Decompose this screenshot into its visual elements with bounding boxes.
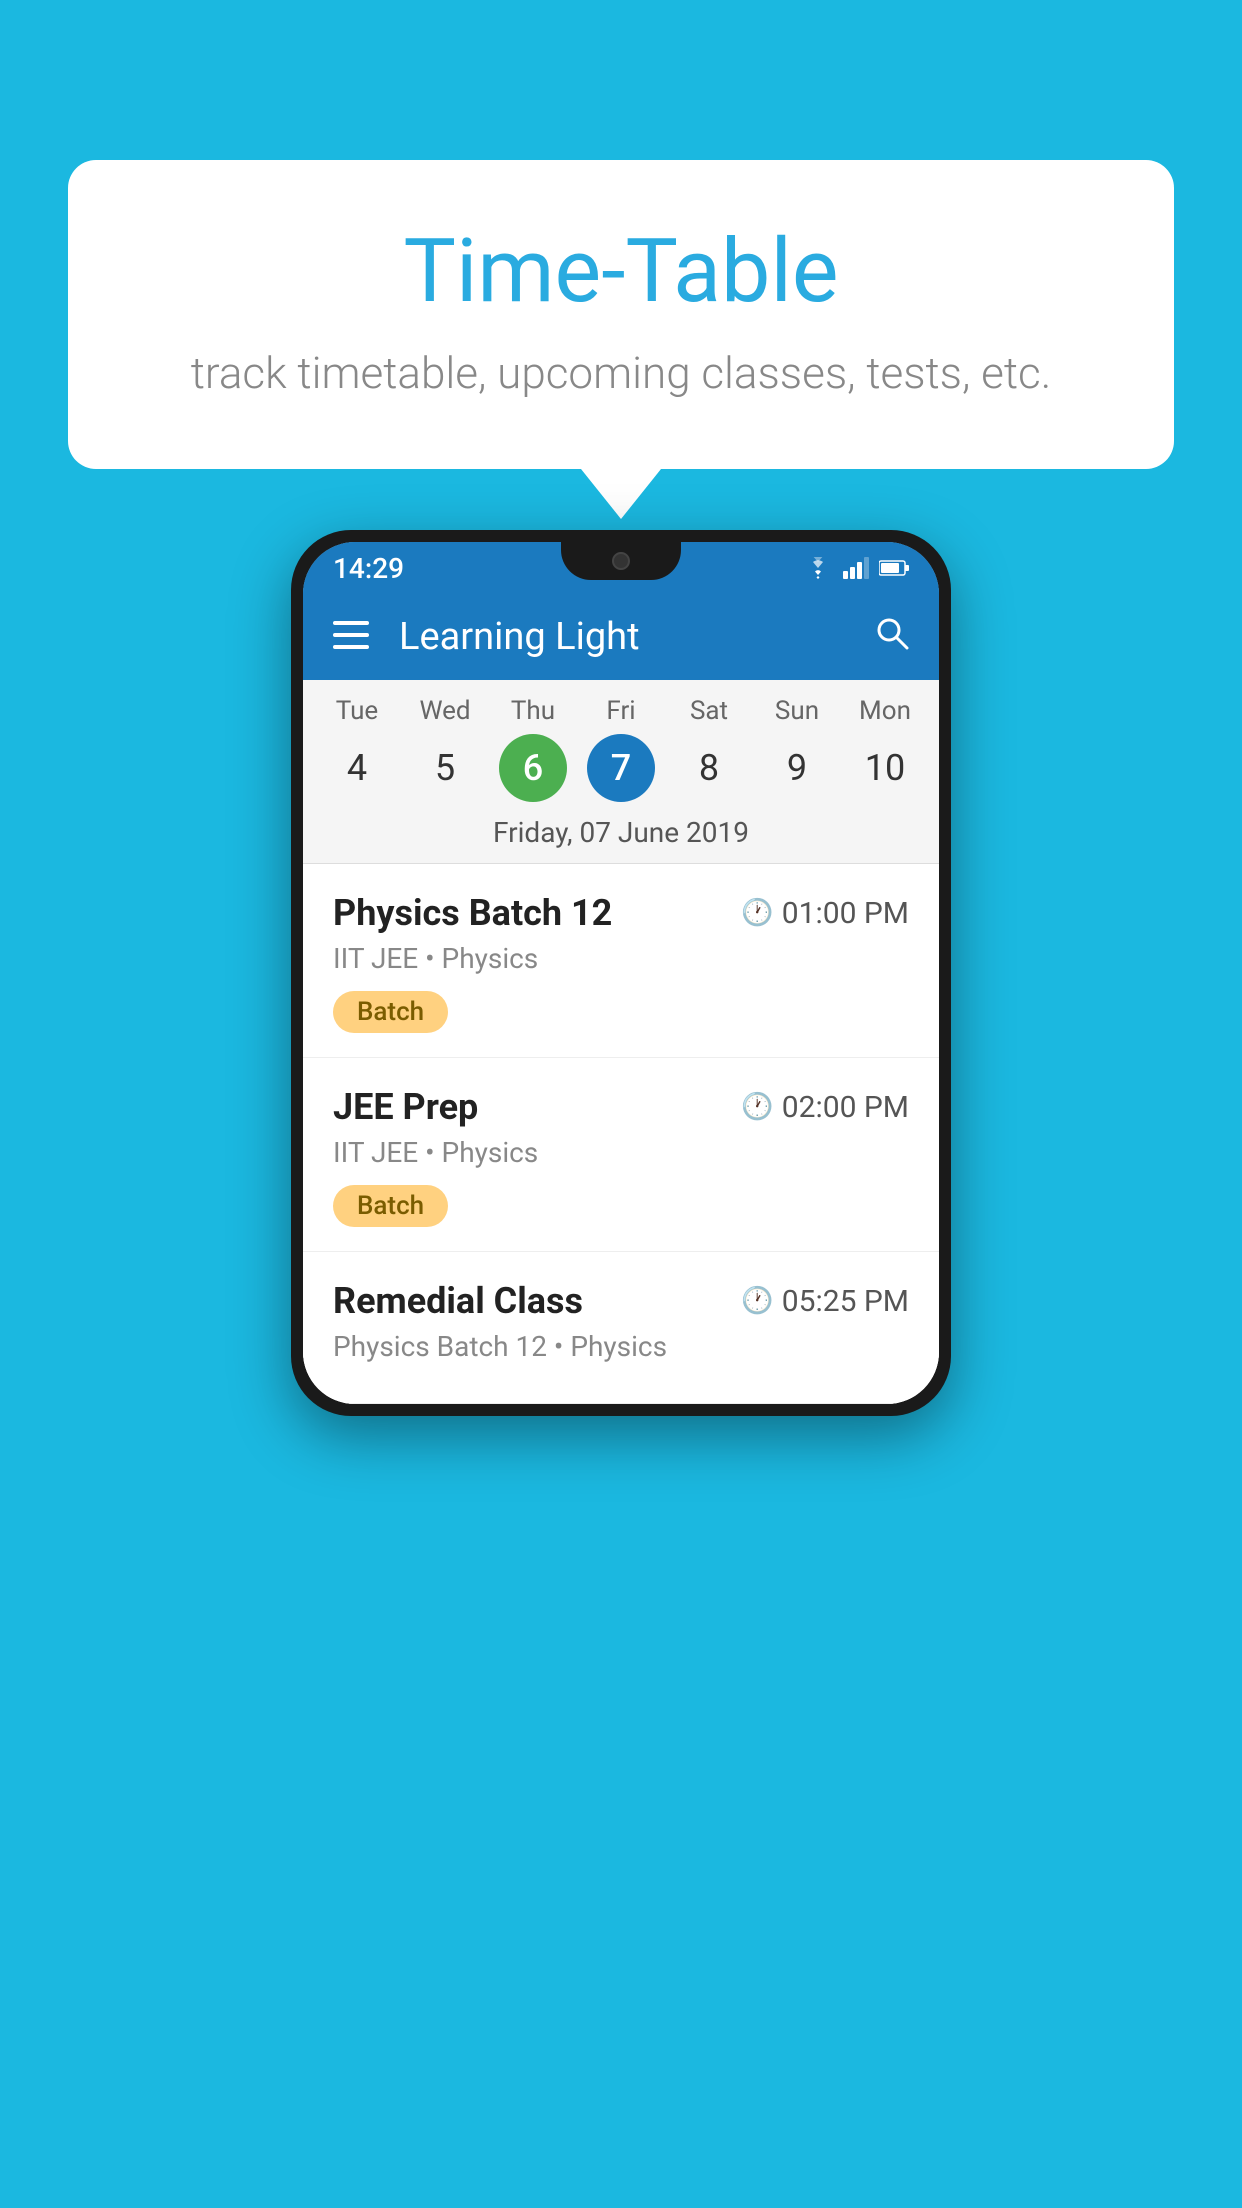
phone-notch <box>561 542 681 580</box>
day-name: Fri <box>606 696 635 726</box>
signal-icon <box>843 557 869 579</box>
schedule-item-title: JEE Prep <box>333 1086 478 1128</box>
app-bar: Learning Light <box>303 594 939 680</box>
schedule-list: Physics Batch 12 🕐01:00 PM IIT JEE • Physi… <box>303 864 939 1404</box>
day-col-sat[interactable]: Sat 8 <box>669 696 749 802</box>
clock-icon: 🕐 <box>741 1286 773 1316</box>
schedule-item-time: 🕐02:00 PM <box>741 1090 909 1125</box>
day-col-tue[interactable]: Tue 4 <box>317 696 397 802</box>
batch-badge: Batch <box>333 991 448 1033</box>
day-number[interactable]: 7 <box>587 734 655 802</box>
phone-frame: 14:29 <box>291 530 951 1416</box>
batch-badge: Batch <box>333 1185 448 1227</box>
clock-icon: 🕐 <box>741 1092 773 1122</box>
hamburger-icon[interactable] <box>333 616 369 658</box>
status-icons <box>803 557 909 579</box>
app-bar-title: Learning Light <box>399 615 875 659</box>
day-col-sun[interactable]: Sun 9 <box>757 696 837 802</box>
search-icon[interactable] <box>875 616 909 659</box>
schedule-item-title: Physics Batch 12 <box>333 892 612 934</box>
phone-mockup: 14:29 <box>291 530 951 1416</box>
day-name: Thu <box>511 696 555 726</box>
schedule-item-subtitle: IIT JEE • Physics <box>333 1136 909 1169</box>
schedule-item-time: 🕐01:00 PM <box>741 896 909 931</box>
day-number[interactable]: 5 <box>411 734 479 802</box>
schedule-item-time: 🕐05:25 PM <box>741 1284 909 1319</box>
day-number[interactable]: 6 <box>499 734 567 802</box>
schedule-item-header: JEE Prep 🕐02:00 PM <box>333 1086 909 1128</box>
day-number[interactable]: 9 <box>763 734 831 802</box>
day-col-mon[interactable]: Mon 10 <box>845 696 925 802</box>
camera-dot <box>612 552 630 570</box>
day-number[interactable]: 10 <box>851 734 919 802</box>
day-name: Sat <box>690 696 728 726</box>
day-name: Tue <box>336 696 378 726</box>
day-name: Sun <box>775 696 819 726</box>
day-col-thu[interactable]: Thu 6 <box>493 696 573 802</box>
schedule-item[interactable]: Remedial Class 🕐05:25 PM Physics Batch 12 … <box>303 1252 939 1404</box>
speech-bubble-section: Time-Table track timetable, upcoming cla… <box>68 160 1174 519</box>
day-number[interactable]: 8 <box>675 734 743 802</box>
bubble-title: Time-Table <box>148 220 1094 323</box>
schedule-item-header: Remedial Class 🕐05:25 PM <box>333 1280 909 1322</box>
schedule-item-header: Physics Batch 12 🕐01:00 PM <box>333 892 909 934</box>
day-col-fri[interactable]: Fri 7 <box>581 696 661 802</box>
speech-bubble: Time-Table track timetable, upcoming cla… <box>68 160 1174 469</box>
status-time: 14:29 <box>333 552 404 585</box>
schedule-item-subtitle: IIT JEE • Physics <box>333 942 909 975</box>
day-number[interactable]: 4 <box>323 734 391 802</box>
bubble-arrow <box>581 469 661 519</box>
day-name: Mon <box>859 696 911 726</box>
bubble-subtitle: track timetable, upcoming classes, tests… <box>148 347 1094 399</box>
phone-top-area: 14:29 <box>303 542 939 594</box>
selected-date-label: Friday, 07 June 2019 <box>303 802 939 863</box>
schedule-item-subtitle: Physics Batch 12 • Physics <box>333 1330 909 1363</box>
phone-screen: 14:29 <box>303 542 939 1404</box>
calendar-week: Tue 4 Wed 5 Thu 6 Fri 7 Sat 8 Sun 9 Mon 10 Friday, 07… <box>303 680 939 863</box>
schedule-item-title: Remedial Class <box>333 1280 583 1322</box>
days-row: Tue 4 Wed 5 Thu 6 Fri 7 Sat 8 Sun 9 Mon 10 <box>303 696 939 802</box>
clock-icon: 🕐 <box>741 898 773 928</box>
day-col-wed[interactable]: Wed 5 <box>405 696 485 802</box>
wifi-icon <box>803 557 833 579</box>
schedule-item[interactable]: JEE Prep 🕐02:00 PM IIT JEE • Physics Batch <box>303 1058 939 1252</box>
schedule-item[interactable]: Physics Batch 12 🕐01:00 PM IIT JEE • Physi… <box>303 864 939 1058</box>
day-name: Wed <box>419 696 470 726</box>
battery-icon <box>879 559 909 577</box>
